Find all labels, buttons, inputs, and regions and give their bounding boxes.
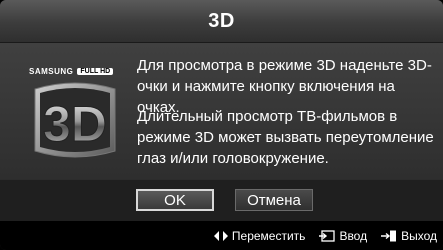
footer-hints: Переместить Ввод Выход [0, 221, 443, 250]
samsung-brand: SAMSUNG [29, 66, 74, 76]
full-hd-badge: FULL HD [77, 67, 114, 75]
button-bar: OK Отмена [0, 180, 443, 221]
3d-emblem-text: 3D [43, 96, 107, 152]
ok-button[interactable]: OK [136, 189, 214, 211]
hint-move: Переместить [213, 228, 306, 243]
dialog-title: 3D [208, 9, 235, 32]
hint-enter-label: Ввод [339, 228, 368, 243]
left-right-arrows-icon [213, 230, 228, 241]
dialog-body: SAMSUNG FULL HD 3D Для просмотра в режим… [0, 43, 443, 179]
3d-emblem-icon: 3D [34, 82, 116, 158]
enter-icon [319, 229, 336, 242]
3d-dialog: 3D SAMSUNG FULL HD 3D Для просмотра в ре… [0, 0, 443, 250]
hint-exit: Выход [381, 229, 437, 243]
warning-text: Длительный просмотр ТВ-фильмов в режиме … [137, 108, 434, 167]
hint-exit-label: Выход [401, 228, 437, 243]
dialog-title-bar: 3D [0, 0, 443, 43]
exit-icon [381, 230, 397, 242]
samsung-3d-logo: SAMSUNG FULL HD 3D [29, 63, 119, 163]
cancel-button[interactable]: Отмена [235, 189, 313, 211]
hint-move-label: Переместить [231, 228, 306, 243]
logo-brand-row: SAMSUNG FULL HD [29, 65, 121, 77]
hint-enter: Ввод [319, 229, 367, 243]
